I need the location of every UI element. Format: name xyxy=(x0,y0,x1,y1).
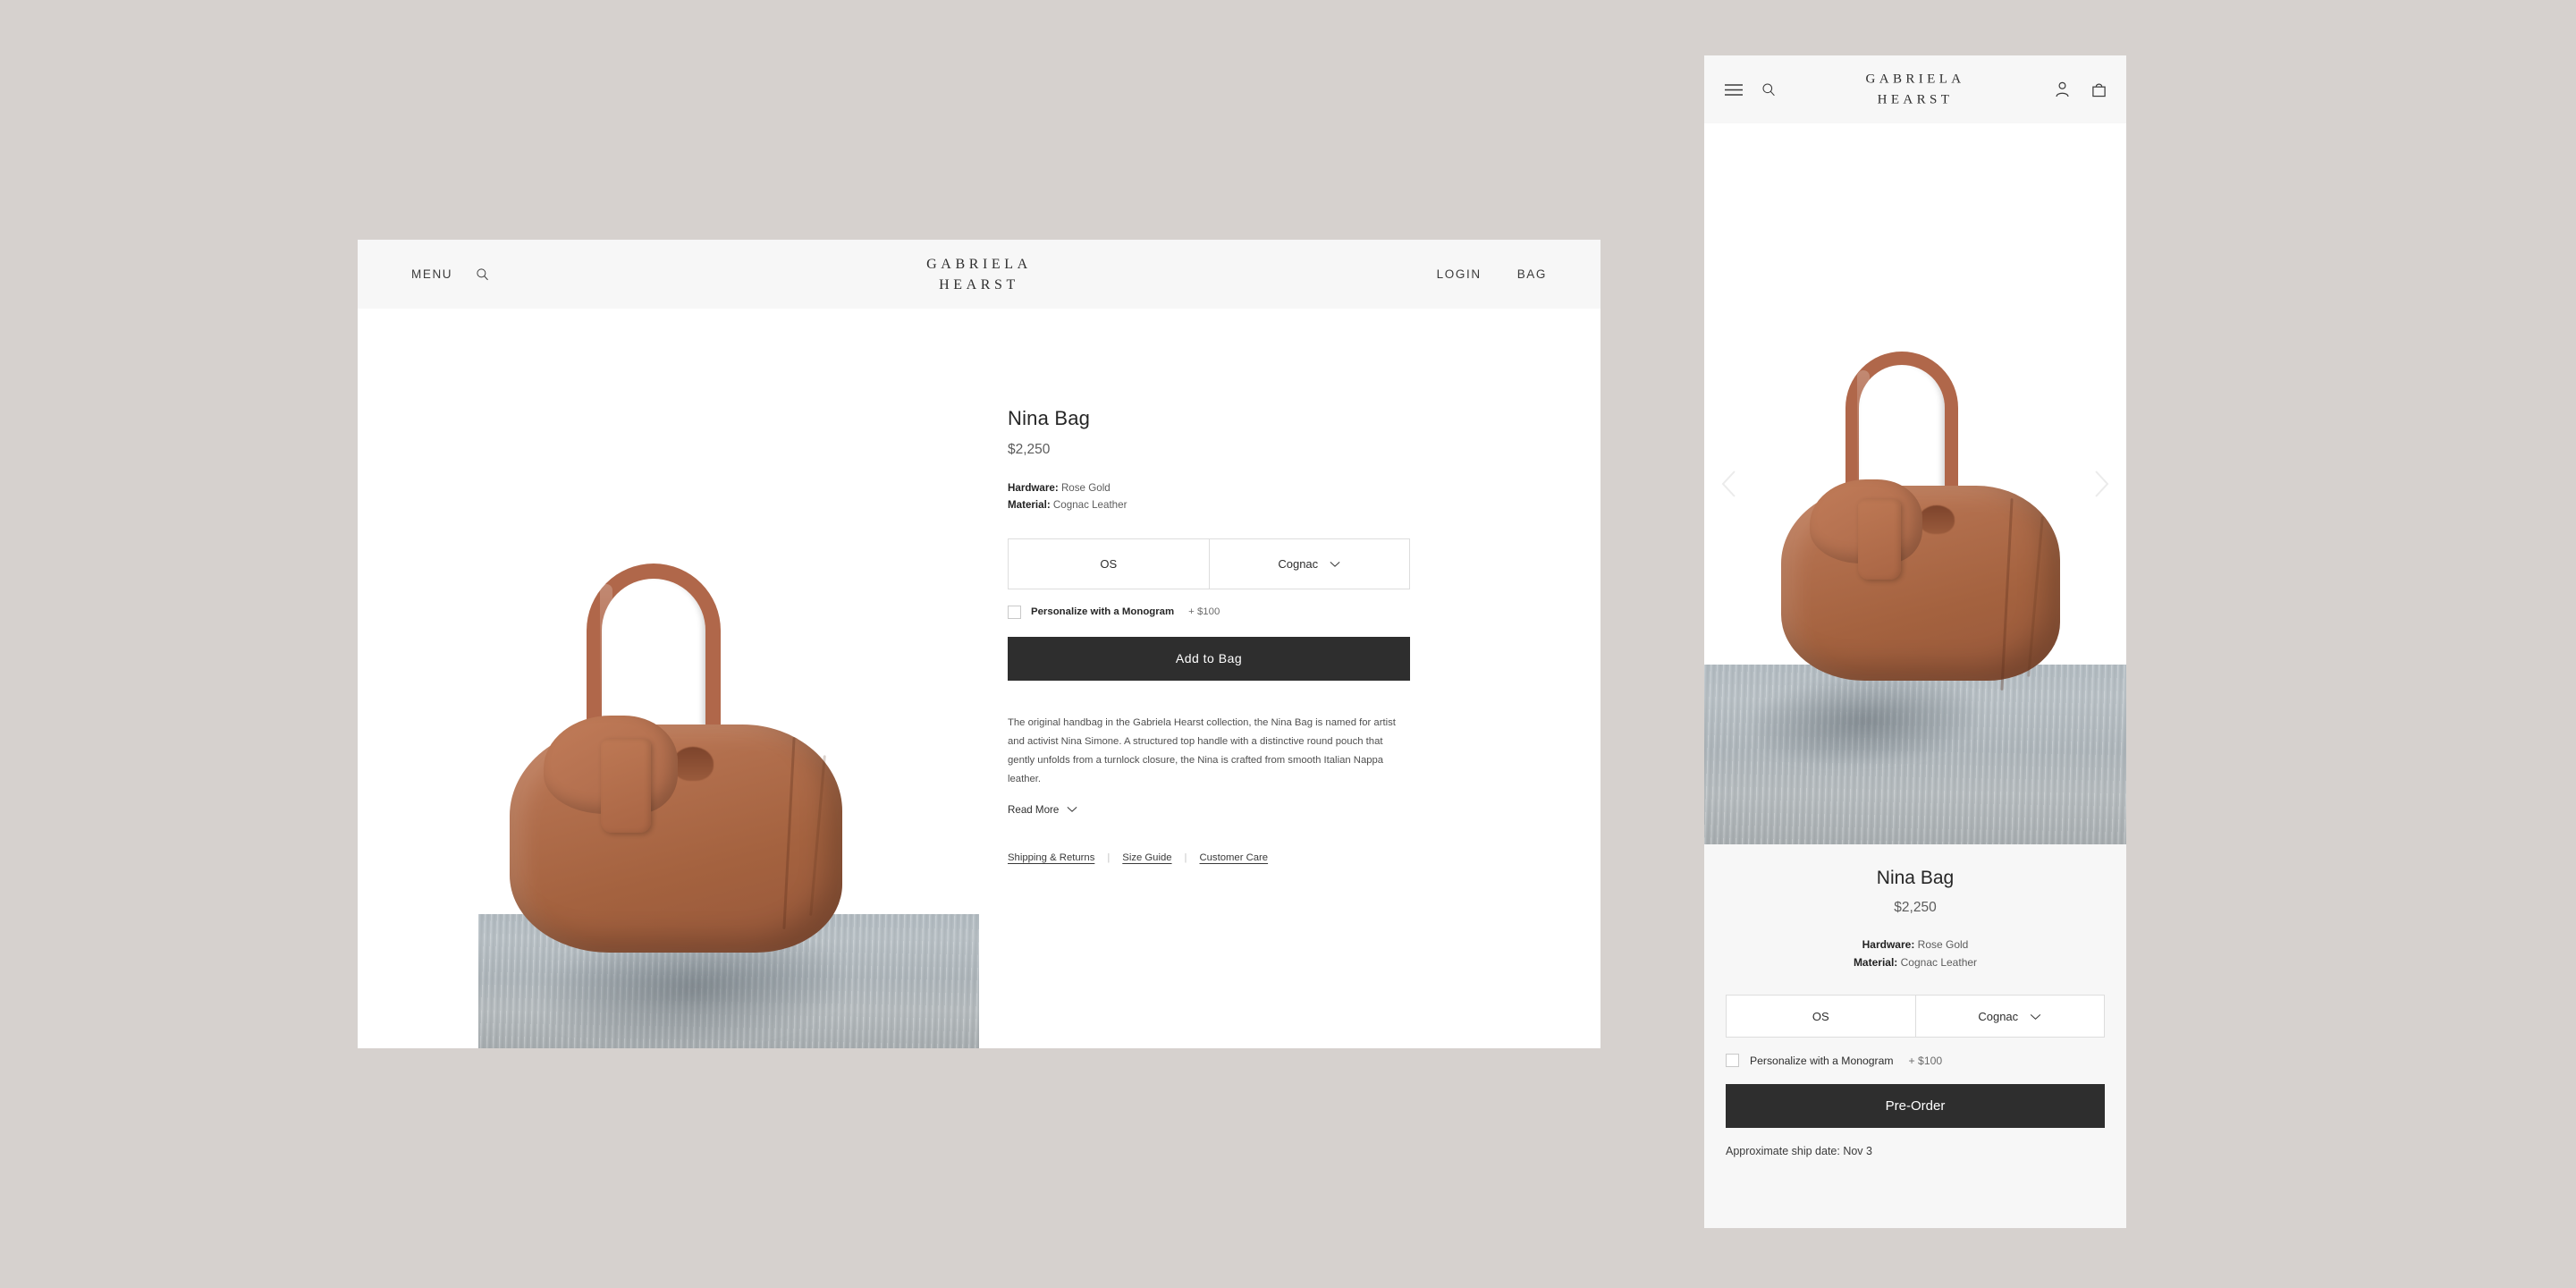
product-specs: Hardware: Rose Gold Material: Cognac Lea… xyxy=(1726,936,2105,971)
mobile-product-page: GABRIELA HEARST Nina Bag $2,250 Hardware… xyxy=(1704,55,2126,1228)
logo-line-1: GABRIELA xyxy=(926,256,1032,272)
nina-bag-photo xyxy=(1774,352,2069,709)
read-more-button[interactable]: Read More xyxy=(1008,804,1077,816)
material-value: Cognac Leather xyxy=(1052,498,1128,511)
material-value: Cognac Leather xyxy=(1900,956,1978,970)
chevron-right-icon[interactable] xyxy=(2085,468,2117,500)
material-spec: Material: Cognac Leather xyxy=(1726,953,2105,971)
size-selector[interactable]: OS xyxy=(1727,996,1915,1037)
color-selector[interactable]: Cognac xyxy=(1208,538,1410,589)
hardware-value: Rose Gold xyxy=(1917,938,1969,951)
product-details-desktop: Nina Bag $2,250 Hardware: Rose Gold Mate… xyxy=(979,309,1600,1048)
monogram-option-row[interactable]: Personalize with a Monogram + $100 xyxy=(1008,605,1549,619)
link-divider: | xyxy=(1184,852,1187,863)
desktop-site-header: MENU GABRIELA HEARST LOGIN BAG xyxy=(358,240,1600,309)
product-description: The original handbag in the Gabriela Hea… xyxy=(1008,716,1396,785)
chevron-down-icon xyxy=(2030,1010,2041,1023)
color-selector[interactable]: Cognac xyxy=(1914,996,2105,1038)
color-value: Cognac xyxy=(1278,556,1319,571)
size-selector[interactable]: OS xyxy=(1009,539,1209,589)
color-value: Cognac xyxy=(1978,1009,2019,1023)
variant-selectors: OS Cognac xyxy=(1726,995,2105,1038)
hardware-spec: Hardware: Rose Gold xyxy=(1008,480,1549,497)
mobile-header-left xyxy=(1724,82,1776,97)
product-title: Nina Bag xyxy=(1008,407,1091,429)
hardware-label: Hardware: xyxy=(1862,938,1915,951)
mobile-site-header: GABRIELA HEARST xyxy=(1704,55,2126,123)
ship-date-text: Approximate ship date: Nov 3 xyxy=(1726,1145,1872,1158)
customer-care-link[interactable]: Customer Care xyxy=(1199,852,1268,863)
hamburger-menu-icon[interactable] xyxy=(1724,83,1744,97)
product-title: Nina Bag xyxy=(1876,868,1955,888)
material-label: Material: xyxy=(1853,956,1898,970)
hardware-spec: Hardware: Rose Gold xyxy=(1726,936,2105,953)
search-icon[interactable] xyxy=(476,267,489,281)
chevron-down-icon xyxy=(1067,804,1077,816)
menu-button[interactable]: MENU xyxy=(411,267,452,281)
hardware-value: Rose Gold xyxy=(1060,482,1111,494)
material-label: Material: xyxy=(1008,498,1051,511)
logo-line-1: GABRIELA xyxy=(1865,72,1965,87)
size-guide-link[interactable]: Size Guide xyxy=(1122,852,1171,863)
desktop-product-page: MENU GABRIELA HEARST LOGIN BAG Nina Bag … xyxy=(358,240,1600,1048)
nina-bag-photo xyxy=(501,564,858,984)
site-logo[interactable]: GABRIELA HEARST xyxy=(1865,70,1964,110)
product-image-desktop[interactable] xyxy=(358,309,979,1048)
size-value: OS xyxy=(1812,1009,1829,1023)
desktop-header-left: MENU xyxy=(411,267,489,281)
monogram-price: + $100 xyxy=(1188,606,1220,618)
monogram-price: + $100 xyxy=(1908,1054,1943,1067)
shopping-bag-icon[interactable] xyxy=(2091,81,2107,97)
logo-line-2: HEARST xyxy=(1877,92,1954,106)
monogram-option-row[interactable]: Personalize with a Monogram + $100 xyxy=(1726,1054,2105,1068)
product-specs: Hardware: Rose Gold Material: Cognac Lea… xyxy=(1008,480,1549,514)
add-to-bag-button[interactable]: Add to Bag xyxy=(1008,636,1410,681)
product-image-mobile[interactable] xyxy=(1704,123,2126,844)
material-spec: Material: Cognac Leather xyxy=(1008,497,1549,514)
bag-button[interactable]: BAG xyxy=(1517,267,1547,281)
mobile-header-right xyxy=(2055,81,2107,97)
bag-notch xyxy=(672,747,714,781)
product-price: $2,250 xyxy=(1008,442,1051,457)
search-icon[interactable] xyxy=(1761,82,1776,97)
support-links: Shipping & Returns | Size Guide | Custom… xyxy=(1008,852,1549,863)
shipping-returns-link[interactable]: Shipping & Returns xyxy=(1008,852,1094,863)
user-account-icon[interactable] xyxy=(2055,81,2070,97)
logo-line-2: HEARST xyxy=(939,276,1019,292)
bag-turnlock-tab xyxy=(601,739,651,833)
bag-notch xyxy=(1919,505,1955,534)
pre-order-button[interactable]: Pre-Order xyxy=(1726,1084,2105,1129)
hardware-label: Hardware: xyxy=(1008,482,1059,494)
desktop-header-right: LOGIN BAG xyxy=(1437,267,1547,281)
chevron-down-icon xyxy=(1330,557,1340,571)
site-logo[interactable]: GABRIELA HEARST xyxy=(926,253,1032,294)
monogram-label: Personalize with a Monogram xyxy=(1750,1054,1894,1067)
monogram-checkbox[interactable] xyxy=(1008,605,1021,619)
screenshot-stage: MENU GABRIELA HEARST LOGIN BAG Nina Bag … xyxy=(0,0,2576,1288)
product-price: $2,250 xyxy=(1894,900,1937,915)
bag-turnlock-tab xyxy=(1858,499,1901,580)
variant-selectors: OS Cognac xyxy=(1008,538,1410,589)
monogram-label: Personalize with a Monogram xyxy=(1031,606,1175,618)
read-more-label: Read More xyxy=(1008,803,1060,816)
link-divider: | xyxy=(1107,852,1111,863)
chevron-left-icon[interactable] xyxy=(1713,468,1745,500)
product-details-mobile: Nina Bag $2,250 Hardware: Rose Gold Mate… xyxy=(1704,844,2126,1228)
login-button[interactable]: LOGIN xyxy=(1437,267,1482,281)
size-value: OS xyxy=(1100,556,1118,571)
monogram-checkbox[interactable] xyxy=(1726,1054,1739,1068)
desktop-body: Nina Bag $2,250 Hardware: Rose Gold Mate… xyxy=(358,309,1600,1048)
